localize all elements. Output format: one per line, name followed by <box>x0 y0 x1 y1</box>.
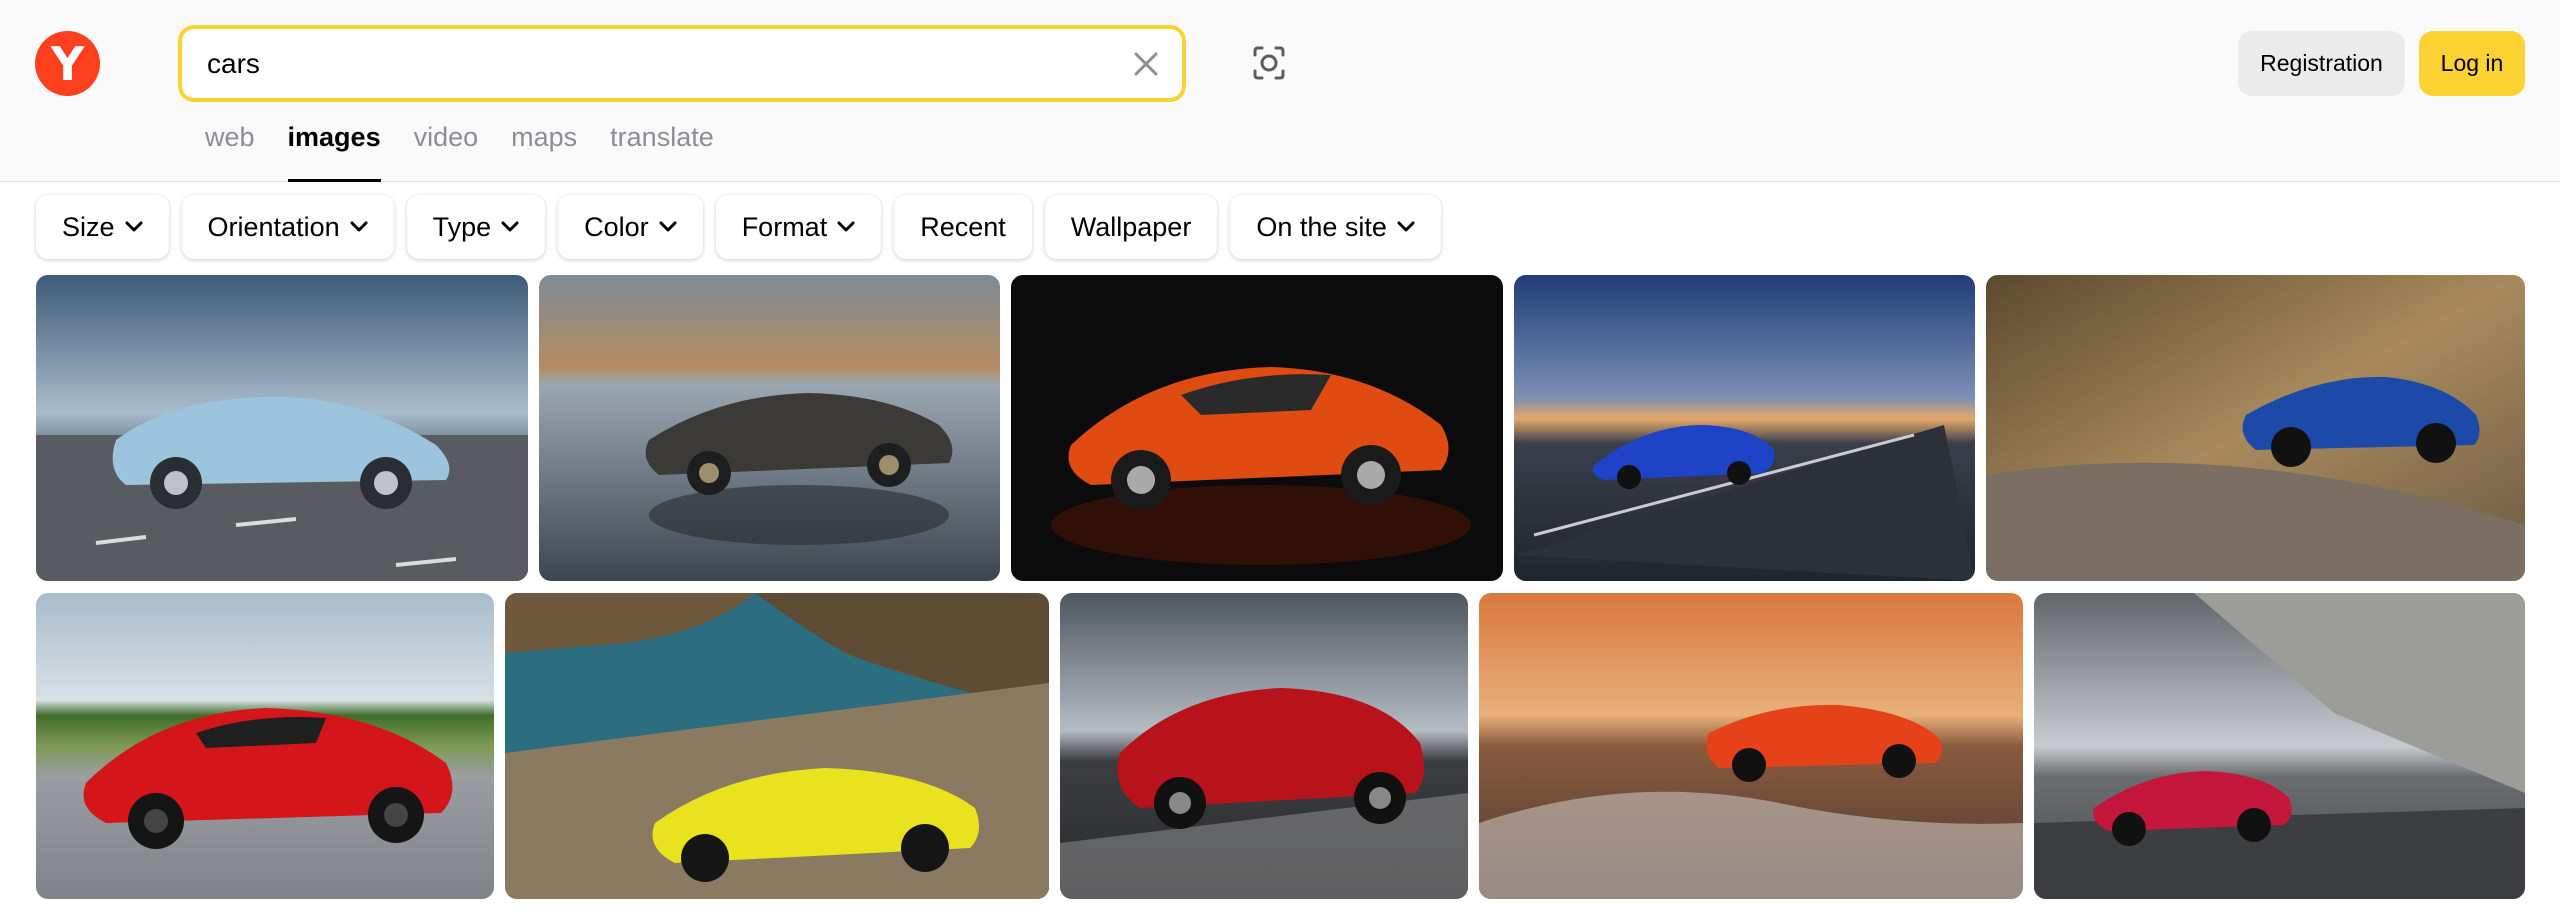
filter-wallpaper[interactable]: Wallpaper <box>1044 195 1218 259</box>
image-result[interactable] <box>2034 593 2525 899</box>
result-thumbnail <box>539 275 1000 581</box>
image-result[interactable] <box>1986 275 2525 581</box>
image-result[interactable] <box>505 593 1049 899</box>
clear-search-button[interactable] <box>1128 46 1164 82</box>
image-result[interactable] <box>539 275 1000 581</box>
image-result[interactable] <box>1011 275 1503 581</box>
result-thumbnail <box>1986 275 2525 581</box>
image-result[interactable] <box>1060 593 1468 899</box>
search-tabs: web images video maps translate <box>205 122 714 182</box>
filter-color[interactable]: Color <box>558 195 703 259</box>
chevron-down-icon <box>350 221 368 232</box>
image-result[interactable] <box>1479 593 2023 899</box>
filter-recent[interactable]: Recent <box>894 195 1032 259</box>
chevron-down-icon <box>837 221 855 232</box>
tab-images[interactable]: images <box>287 122 381 182</box>
result-thumbnail <box>2034 593 2525 899</box>
chevron-down-icon <box>1397 221 1415 232</box>
result-thumbnail <box>1479 593 2023 899</box>
search-input[interactable] <box>207 47 1087 80</box>
result-thumbnail <box>1060 593 1468 899</box>
registration-button[interactable]: Registration <box>2238 31 2405 96</box>
search-box <box>178 25 1186 102</box>
filter-format[interactable]: Format <box>715 195 882 259</box>
filter-on-the-site[interactable]: On the site <box>1230 195 1441 259</box>
tab-video[interactable]: video <box>414 122 479 182</box>
tab-translate[interactable]: translate <box>610 122 714 182</box>
image-search-button[interactable] <box>1246 40 1291 85</box>
tab-maps[interactable]: maps <box>511 122 577 182</box>
header: Y Registration Log in web images video m… <box>0 0 2560 182</box>
image-result[interactable] <box>1514 275 1975 581</box>
result-thumbnail <box>505 593 1049 899</box>
result-thumbnail <box>36 275 528 581</box>
image-result[interactable] <box>36 275 528 581</box>
chevron-down-icon <box>501 221 519 232</box>
chevron-down-icon <box>125 221 143 232</box>
chevron-down-icon <box>659 221 677 232</box>
filter-orientation[interactable]: Orientation <box>181 195 394 259</box>
result-thumbnail <box>1011 275 1503 581</box>
login-button[interactable]: Log in <box>2419 31 2525 96</box>
filter-size[interactable]: Size <box>36 195 169 259</box>
filter-type[interactable]: Type <box>406 195 546 259</box>
tab-web[interactable]: web <box>205 122 255 182</box>
result-thumbnail <box>1514 275 1975 581</box>
image-result[interactable] <box>36 593 494 899</box>
camera-search-icon <box>1253 46 1284 79</box>
filter-bar: Size Orientation Type Color Format Recen… <box>36 195 1441 259</box>
close-icon <box>1134 52 1158 75</box>
result-thumbnail <box>36 593 494 899</box>
yandex-logo[interactable]: Y <box>35 31 100 96</box>
